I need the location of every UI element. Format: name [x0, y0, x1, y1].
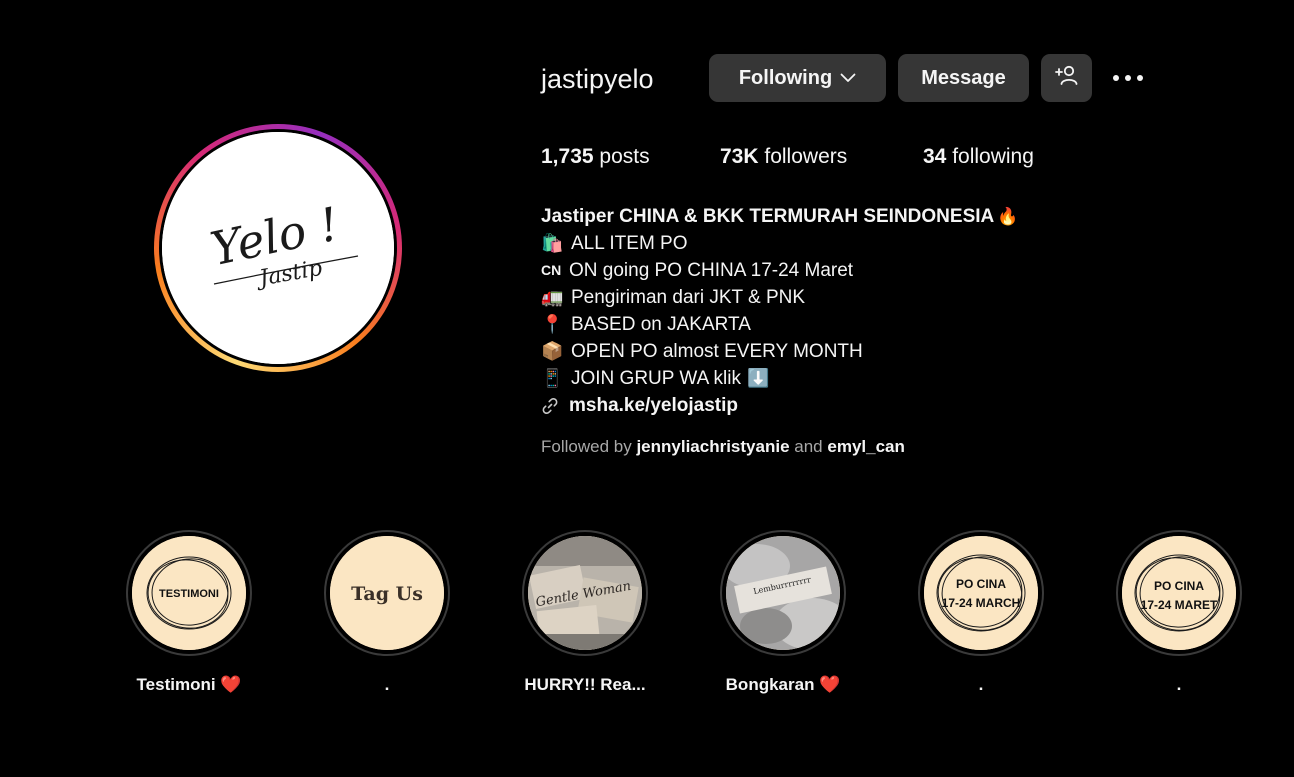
truck-icon: 🚛 — [541, 287, 564, 307]
highlight-cover-text-line1: PO CINA — [956, 577, 1006, 591]
following-button[interactable]: Following — [709, 54, 886, 102]
highlight-label: . — [384, 675, 390, 694]
profile-bio: Jastiper CHINA & BKK TERMURAH SEINDONESI… — [541, 203, 1161, 419]
profile-avatar[interactable]: Yelo ! Jastip — [154, 124, 402, 372]
highlight-cover[interactable]: Tag Us — [324, 530, 450, 656]
link-icon — [541, 397, 563, 415]
bio-line: 📦 OPEN PO almost EVERY MONTH — [541, 338, 1161, 365]
highlight-cover[interactable]: Lemburrrrrrrr — [720, 530, 846, 656]
avatar-logo: Yelo ! Jastip — [162, 132, 394, 364]
highlight-cover-text: Tag Us — [351, 583, 423, 605]
followed-by-user[interactable]: emyl_can — [827, 437, 905, 456]
highlight-cover-text-line2: 17-24 MARCH — [942, 596, 1021, 610]
bio-line: 🚛 Pengiriman dari JKT & PNK — [541, 284, 1161, 311]
bio-line: 🛍️ ALL ITEM PO — [541, 230, 1161, 257]
message-button-label: Message — [921, 66, 1006, 89]
package-icon: 📦 — [541, 341, 564, 361]
highlight-item[interactable]: Lemburrrrrrrr Bongkaran ❤️ — [720, 530, 846, 694]
bio-line-text: BASED on JAKARTA — [571, 314, 751, 335]
highlight-item[interactable]: Gentle Woman HURRY!! Rea... — [522, 530, 648, 694]
bio-line: 📍 BASED on JAKARTA — [541, 311, 1161, 338]
highlight-label: HURRY!! Rea... — [524, 675, 646, 694]
bio-line: CN ON going PO CHINA 17-24 Maret — [541, 257, 1161, 284]
bio-line-text: ON going PO CHINA 17-24 Maret — [569, 260, 854, 281]
highlight-cover-text-line1: PO CINA — [1154, 579, 1204, 593]
down-arrow-icon: ⬇️ — [746, 368, 770, 388]
suggested-users-button[interactable] — [1041, 54, 1092, 102]
bio-line-text: ALL ITEM PO — [571, 233, 688, 254]
profile-page: Yelo ! Jastip jastipyelo Following Messa… — [0, 0, 1294, 777]
followed-by-prefix: Followed by — [541, 437, 632, 456]
bio-line-text: OPEN PO almost EVERY MONTH — [571, 341, 863, 362]
highlight-label: Bongkaran ❤️ — [725, 675, 841, 694]
person-plus-icon — [1054, 64, 1079, 92]
following-count: 34 — [923, 145, 947, 168]
followed-by-user[interactable]: jennyliachristyanie — [636, 437, 789, 456]
bio-title-text: Jastiper CHINA & BKK TERMURAH SEINDONESI… — [541, 206, 995, 227]
bio-line: 📱 JOIN GRUP WA klik ⬇️ — [541, 365, 1161, 392]
message-button[interactable]: Message — [898, 54, 1029, 102]
highlight-cover-text: TESTIMONI — [159, 588, 219, 600]
following-label: following — [952, 145, 1034, 168]
highlight-cover[interactable]: Gentle Woman — [522, 530, 648, 656]
bio-link-text[interactable]: msha.ke/yelojastip — [569, 392, 738, 419]
china-flag-icon: CN — [541, 262, 562, 278]
posts-count: 1,735 — [541, 145, 594, 168]
highlight-label: Testimoni ❤️ — [136, 675, 242, 694]
highlight-cover-text-line2: 17-24 MARET — [1141, 598, 1218, 612]
highlight-label: . — [978, 675, 984, 694]
highlight-item[interactable]: Tag Us . — [324, 530, 450, 694]
followers-label: followers — [764, 145, 848, 168]
posts-label: posts — [599, 145, 650, 168]
profile-username: jastipyelo — [541, 64, 654, 94]
highlight-label: . — [1176, 675, 1182, 694]
posts-stat: 1,735 posts — [541, 145, 650, 169]
more-options-icon[interactable] — [1106, 60, 1150, 96]
followers-stat[interactable]: 73K followers — [720, 145, 847, 169]
highlight-cover[interactable]: PO CINA 17-24 MARET — [1116, 530, 1242, 656]
pin-icon: 📍 — [541, 314, 564, 334]
highlight-cover[interactable]: PO CINA 17-24 MARCH — [918, 530, 1044, 656]
highlight-item[interactable]: TESTIMONI Testimoni ❤️ — [126, 530, 252, 694]
bio-line-text: Pengiriman dari JKT & PNK — [571, 287, 806, 308]
fire-icon: 🔥 — [997, 207, 1019, 226]
highlight-cover[interactable]: TESTIMONI — [126, 530, 252, 656]
chevron-down-icon — [840, 73, 856, 83]
phone-icon: 📱 — [541, 368, 564, 388]
following-stat[interactable]: 34 following — [923, 145, 1034, 169]
following-button-label: Following — [738, 66, 833, 89]
highlight-item[interactable]: PO CINA 17-24 MARET . — [1116, 530, 1242, 694]
highlight-item[interactable]: PO CINA 17-24 MARCH . — [918, 530, 1044, 694]
followers-count: 73K — [720, 145, 759, 168]
shopping-bags-icon: 🛍️ — [541, 233, 564, 253]
bio-line-text: JOIN GRUP WA klik — [571, 368, 741, 389]
followed-by-conjunction: and — [794, 437, 823, 456]
bio-link[interactable]: msha.ke/yelojastip — [541, 392, 1161, 419]
followed-by[interactable]: Followed by jennyliachristyanie and emyl… — [541, 437, 905, 457]
bio-title: Jastiper CHINA & BKK TERMURAH SEINDONESI… — [541, 203, 1161, 230]
